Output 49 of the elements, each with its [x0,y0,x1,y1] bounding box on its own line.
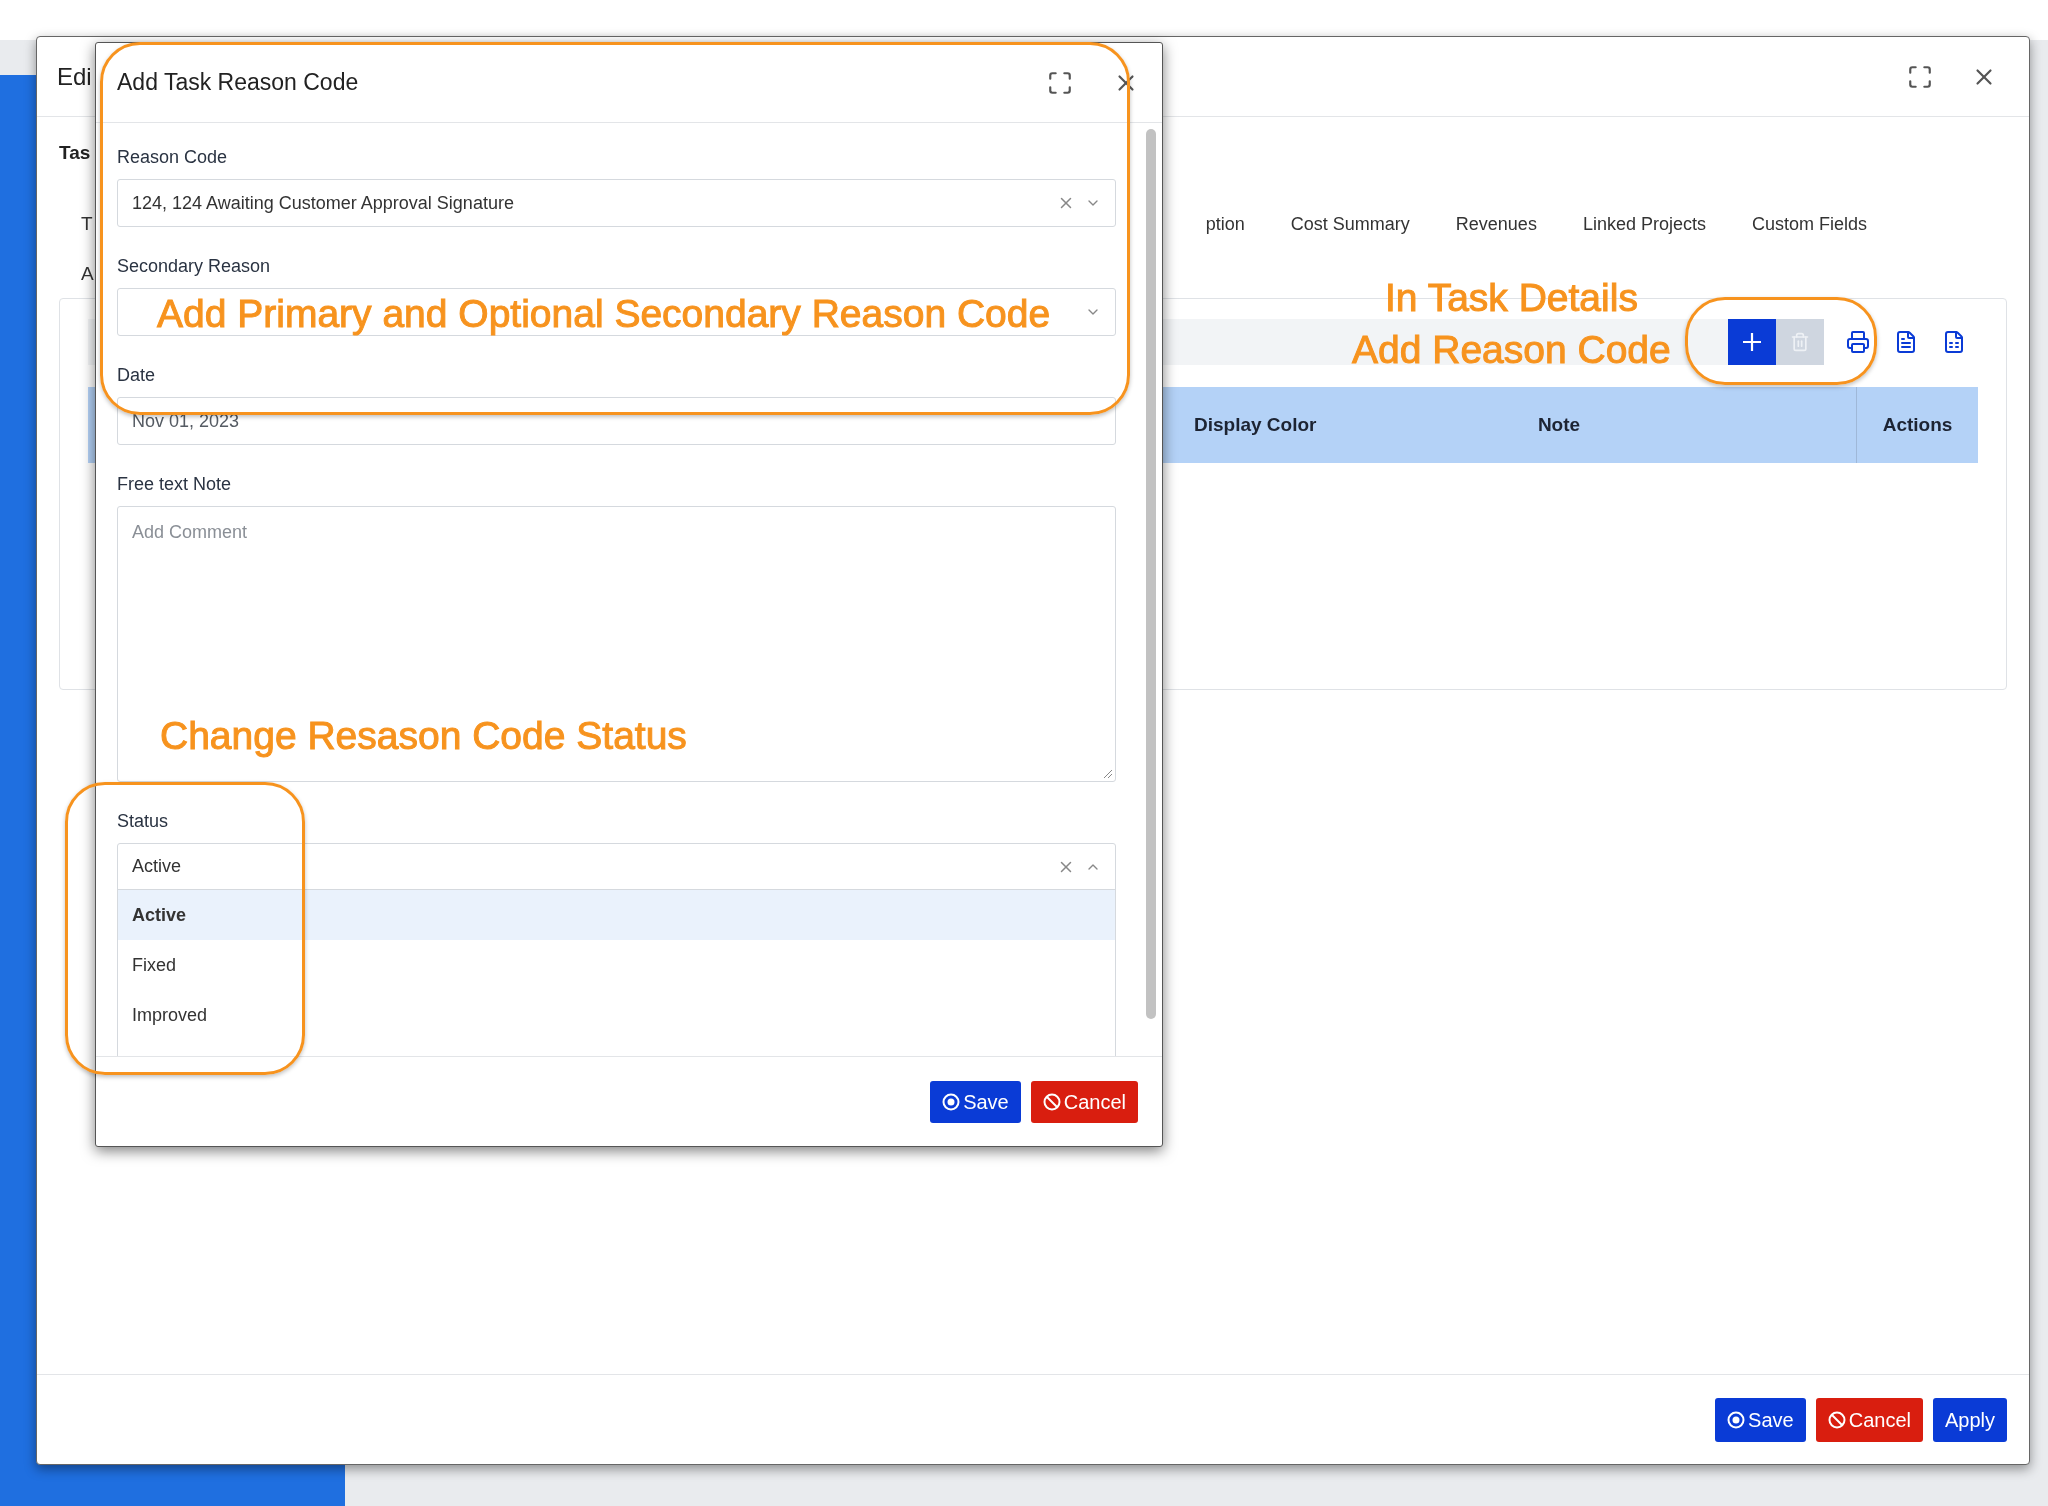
dropdown-option[interactable]: Improved [118,990,1115,1040]
annotation-text: Change Resason Code Status [160,716,687,755]
maximize-icon [1907,63,1933,90]
save-button[interactable]: Save [1715,1397,1806,1442]
apply-button[interactable]: Apply [1932,1397,2007,1442]
field-label: Secondary Reason [117,254,272,278]
add-button[interactable] [1728,319,1776,365]
column-header: Display Color [1193,412,1318,437]
field-label: Reason Code [117,145,229,169]
tab[interactable]: Cost Summary [1290,211,1410,238]
select-field[interactable]: 124, 124 Awaiting Customer Approval Signature [117,179,1116,227]
prohibited-icon [1042,1092,1061,1111]
dialog-title: Add Task Reason Code [117,68,359,98]
tab[interactable]: T [81,210,93,239]
radio-icon [942,1092,961,1111]
column-header: Note [1536,412,1582,437]
field-label: Free text Note [117,472,233,496]
annotation-text: In Task Details [1385,278,1638,317]
dropdown-option[interactable]: Active [118,890,1115,940]
dialog-title: Edi [57,61,92,92]
dropdown-option[interactable]: Fixed [118,940,1115,990]
excel-export-button[interactable] [1942,330,1966,354]
file-icon [1894,330,1918,354]
printer-icon [1846,330,1870,354]
tab[interactable]: Custom Fields [1751,211,1867,238]
annotation-text: Add Primary and Optional Secondary Reason Code [157,294,1051,333]
spreadsheet-icon [1942,330,1966,354]
section-title: Tas [59,141,91,165]
cancel-button[interactable]: Cancel [1030,1080,1138,1123]
print-button[interactable] [1846,330,1870,354]
maximize-icon [1047,69,1073,96]
select-value: Active [132,855,182,878]
annotation-text: Add Reason Code [1352,330,1671,369]
select-value: 124, 124 Awaiting Customer Approval Signature [132,191,514,215]
tab[interactable]: ption [1205,211,1245,238]
trash-icon [1790,332,1810,352]
prohibited-icon [1827,1410,1846,1429]
radio-icon [1727,1410,1746,1429]
column-header: Actions [1856,387,1978,463]
resize-handle-icon [1103,769,1113,779]
tab[interactable]: Revenues [1455,211,1537,238]
csv-export-button[interactable] [1894,330,1918,354]
placeholder-text: Add Comment [132,522,248,542]
cancel-button[interactable]: Cancel [1815,1397,1923,1442]
field-label: Date [117,363,157,387]
plus-icon [1743,333,1761,351]
tab[interactable]: Linked Projects [1582,211,1706,238]
save-button[interactable]: Save [930,1080,1021,1123]
field-label: Status [117,809,170,833]
